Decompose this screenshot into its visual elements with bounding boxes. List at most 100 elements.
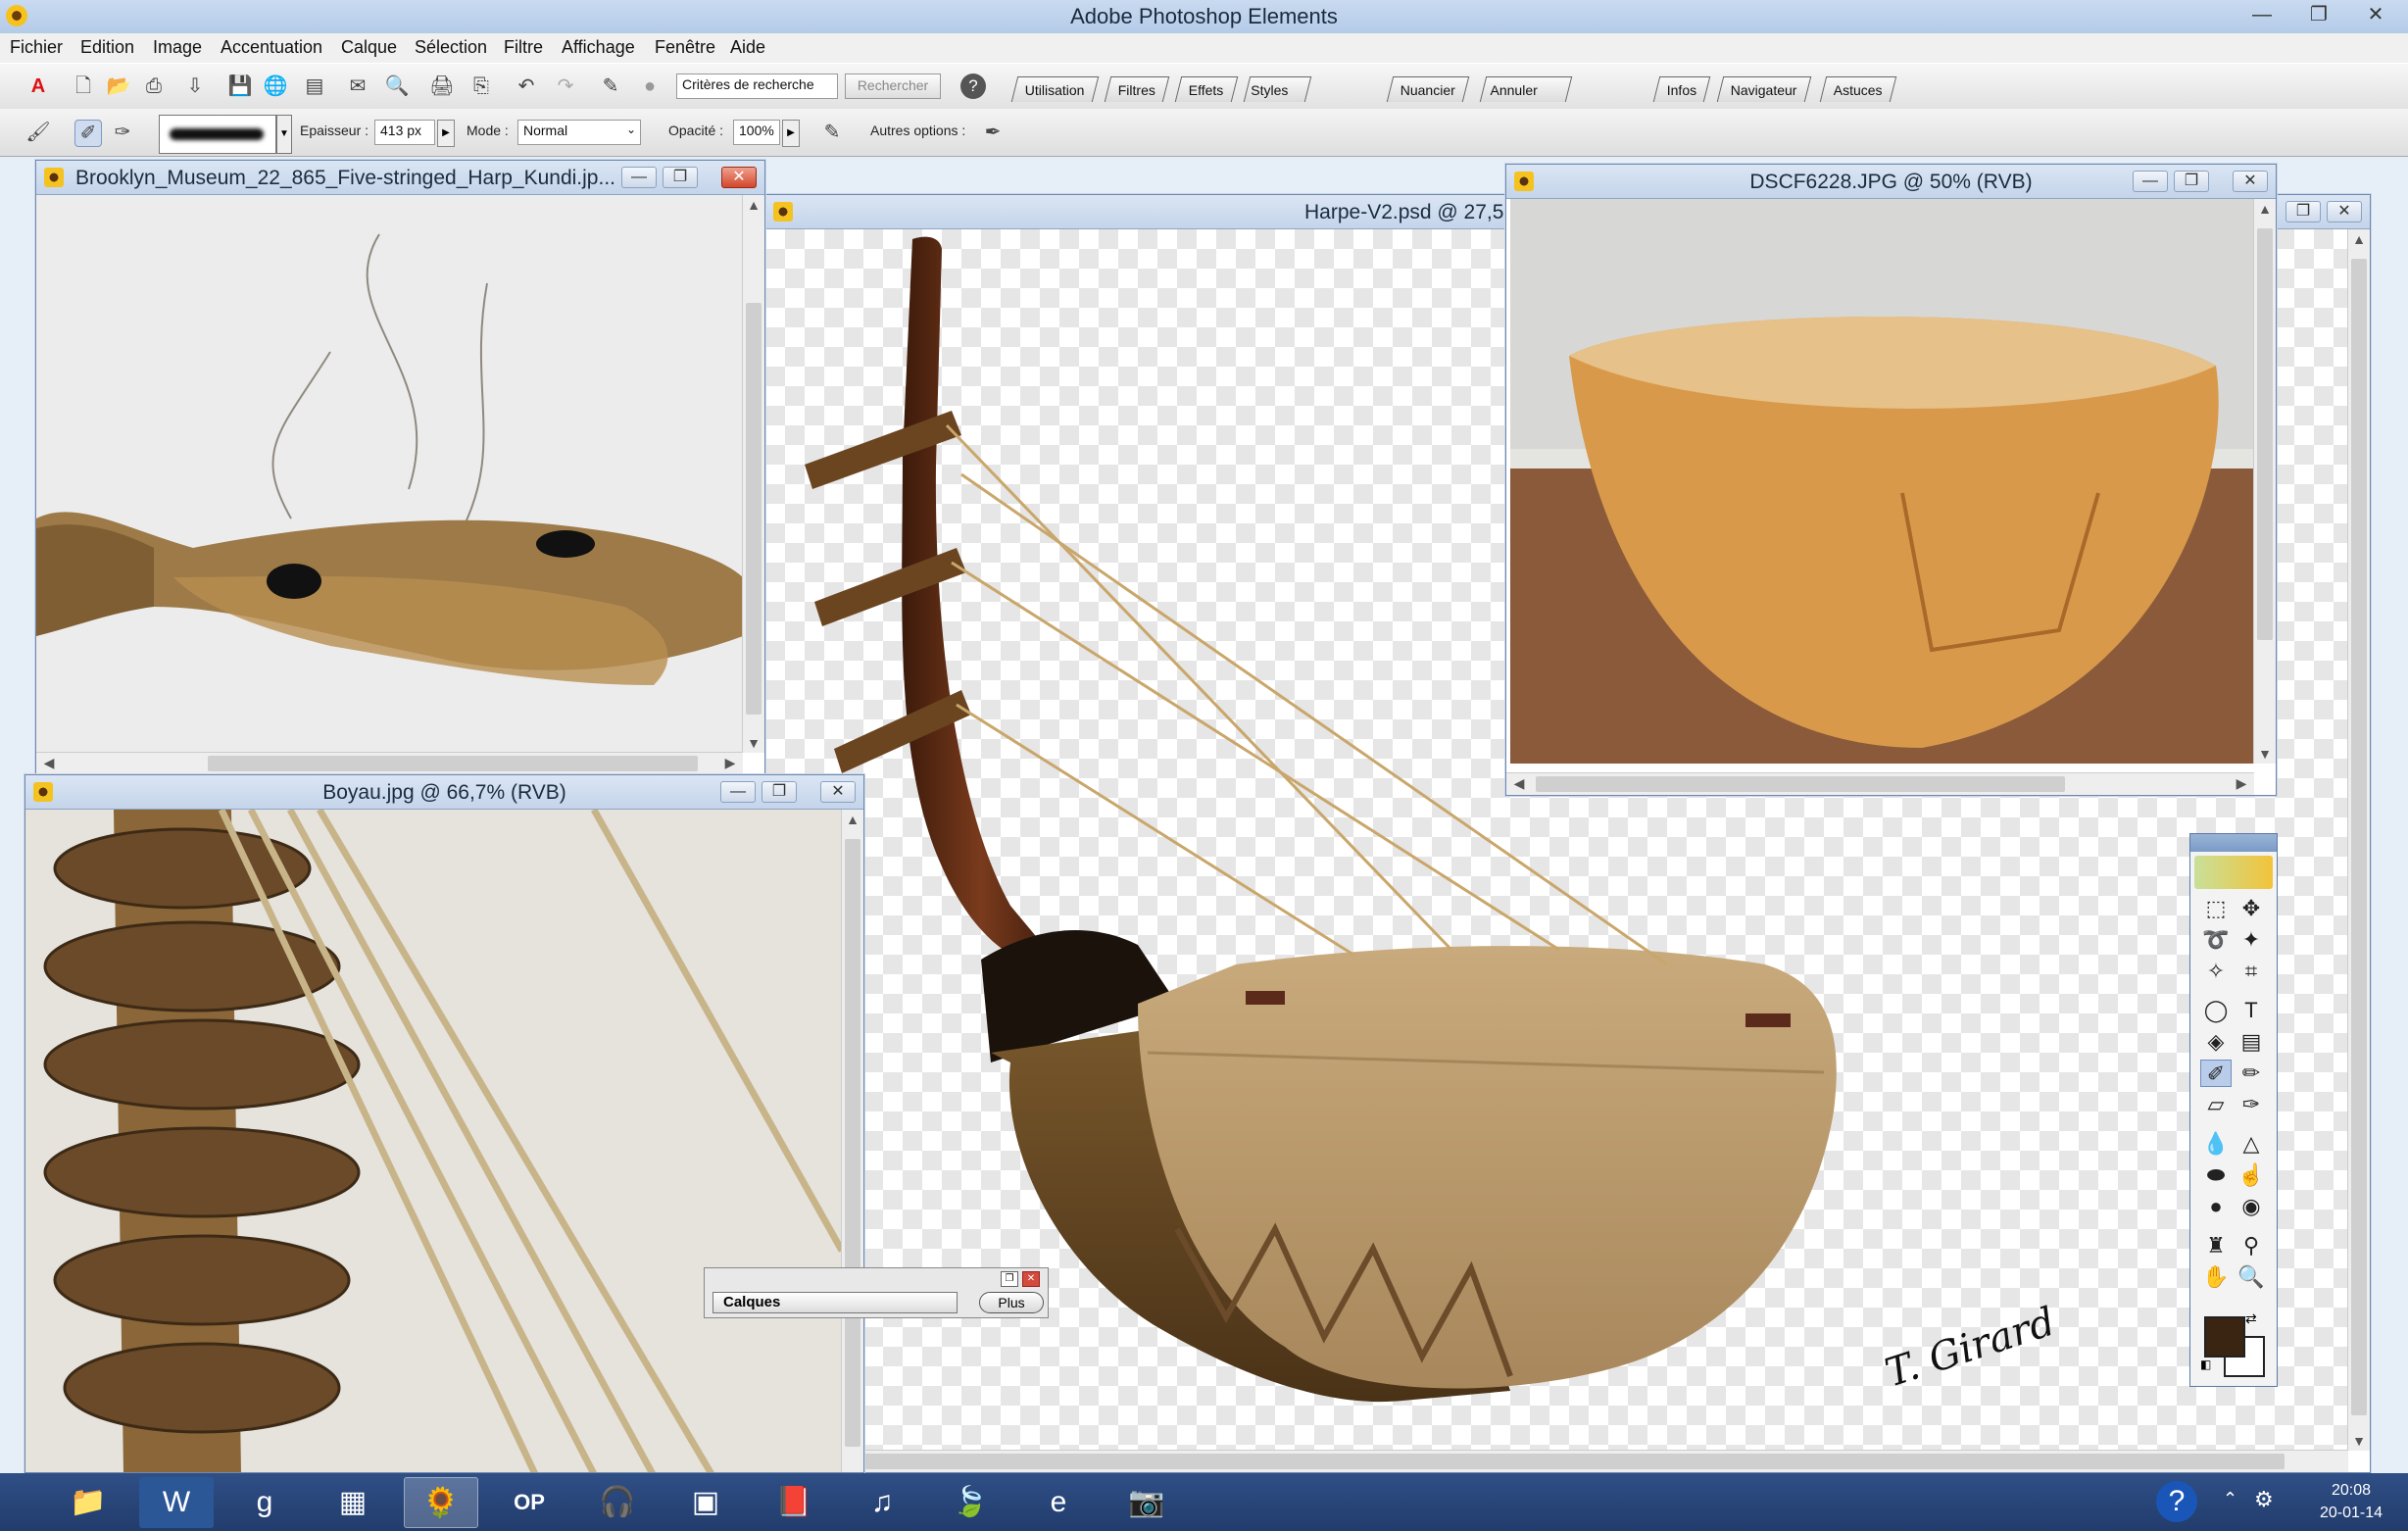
impressionist-icon[interactable]: ✑ bbox=[2236, 1091, 2267, 1118]
reader-icon[interactable]: 📕 bbox=[757, 1477, 831, 1528]
scroll-thumb[interactable] bbox=[1536, 776, 2065, 792]
close-icon[interactable]: ✕ bbox=[820, 781, 856, 803]
network-icon[interactable]: ⚙ bbox=[2254, 1487, 2274, 1512]
clone-stamp-icon[interactable]: ♜ bbox=[2200, 1232, 2232, 1259]
menu-accentuation[interactable]: Accentuation bbox=[221, 37, 322, 58]
swap-colors-icon[interactable]: ⇄ bbox=[2245, 1310, 2257, 1327]
scroll-left-icon[interactable]: ◀ bbox=[38, 755, 60, 771]
calques-palette[interactable]: ❐ ✕ Calques Plus bbox=[704, 1267, 1049, 1318]
restore-icon[interactable]: ❐ bbox=[663, 167, 698, 188]
menu-filtre[interactable]: Filtre bbox=[504, 37, 543, 58]
tab-annuler-historique[interactable]: Annuler l'historique bbox=[1479, 76, 1573, 123]
magic-wand-icon[interactable]: ✦ bbox=[2236, 926, 2267, 954]
doc-window-brooklyn[interactable]: Brooklyn_Museum_22_865_Five-stringed_Har… bbox=[35, 160, 765, 775]
close-icon[interactable]: ✕ bbox=[2327, 201, 2362, 222]
quick-fix-icon[interactable]: ✎ bbox=[598, 74, 623, 99]
print-icon[interactable]: 🖨 bbox=[429, 74, 455, 99]
scroll-down-icon[interactable]: ▼ bbox=[743, 735, 764, 751]
menu-image[interactable]: Image bbox=[153, 37, 202, 58]
tab-filtres[interactable]: Filtres bbox=[1104, 76, 1170, 102]
default-colors-icon[interactable]: ◧ bbox=[2200, 1358, 2211, 1371]
epaisseur-slider-icon[interactable]: ▶ bbox=[437, 120, 455, 147]
eyedropper-icon[interactable]: ⚲ bbox=[2236, 1232, 2267, 1259]
gradient-icon[interactable]: ▤ bbox=[2236, 1028, 2267, 1056]
horizontal-scrollbar[interactable]: ◀ ▶ bbox=[1506, 772, 2254, 795]
search-button[interactable]: Rechercher bbox=[845, 74, 941, 99]
vertical-scrollbar[interactable]: ▲ ▼ bbox=[2347, 229, 2370, 1451]
restore-icon[interactable]: ❐ bbox=[2299, 2, 2338, 27]
pencil-icon[interactable]: ✏ bbox=[2236, 1060, 2267, 1087]
restore-icon[interactable]: ❐ bbox=[1001, 1271, 1018, 1287]
mode-select[interactable]: Normal ⌄ bbox=[517, 120, 641, 145]
brush-options-icon[interactable]: ✒ bbox=[980, 120, 1006, 145]
menu-edition[interactable]: Edition bbox=[80, 37, 134, 58]
scroll-down-icon[interactable]: ▼ bbox=[2348, 1433, 2370, 1449]
scroll-left-icon[interactable]: ◀ bbox=[1508, 775, 1530, 792]
sponge-icon[interactable]: ⬬ bbox=[2200, 1161, 2232, 1189]
image-boyau[interactable] bbox=[25, 808, 846, 1472]
camera-icon[interactable]: 📷 bbox=[1109, 1477, 1184, 1528]
op-icon[interactable]: OP bbox=[492, 1477, 566, 1528]
scroll-up-icon[interactable]: ▲ bbox=[2254, 201, 2276, 217]
menu-calque[interactable]: Calque bbox=[341, 37, 397, 58]
close-icon[interactable]: ✕ bbox=[1022, 1271, 1040, 1287]
hand-icon[interactable]: ✋ bbox=[2200, 1263, 2232, 1291]
menu-fichier[interactable]: Fichier bbox=[10, 37, 63, 58]
word-icon[interactable]: W bbox=[139, 1477, 214, 1528]
restore-icon[interactable]: ❐ bbox=[2174, 171, 2209, 192]
brush-tool-icon[interactable]: ✐ bbox=[2200, 1060, 2232, 1087]
epaisseur-input[interactable]: 413 px bbox=[374, 120, 435, 145]
audio-icon[interactable]: 🎧 bbox=[580, 1477, 655, 1528]
horizontal-scrollbar[interactable]: ◀ ▶ bbox=[36, 752, 743, 774]
move-icon[interactable]: ✥ bbox=[2236, 895, 2267, 922]
scroll-thumb[interactable] bbox=[746, 303, 762, 715]
itunes-icon[interactable]: ♫ bbox=[845, 1477, 919, 1528]
help-icon[interactable]: ? bbox=[960, 74, 986, 99]
search-input[interactable]: Critères de recherche bbox=[676, 74, 838, 99]
scroll-right-icon[interactable]: ▶ bbox=[719, 755, 741, 771]
scroll-thumb[interactable] bbox=[845, 839, 860, 1447]
opacite-slider-icon[interactable]: ▶ bbox=[782, 120, 800, 147]
photo-icon[interactable]: ● bbox=[637, 74, 663, 99]
print-preview-icon[interactable]: ⎘ bbox=[468, 74, 494, 99]
calculator-icon[interactable]: ▦ bbox=[316, 1477, 390, 1528]
tab-infos[interactable]: Infos bbox=[1652, 76, 1711, 102]
ie-icon[interactable]: e bbox=[1021, 1477, 1096, 1528]
calques-tab[interactable]: Calques bbox=[713, 1292, 958, 1313]
close-icon[interactable]: ✕ bbox=[2356, 2, 2395, 27]
leaf-icon[interactable]: 🍃 bbox=[933, 1477, 1007, 1528]
clock[interactable]: 20:08 20-01-14 bbox=[2320, 1479, 2383, 1524]
tab-nuancier[interactable]: Nuancier bbox=[1386, 76, 1470, 102]
vertical-scrollbar[interactable]: ▲ ▼ bbox=[742, 195, 764, 753]
horizontal-scrollbar[interactable] bbox=[765, 1450, 2348, 1472]
smudge-icon[interactable]: ☝ bbox=[2236, 1161, 2267, 1189]
attach-icon[interactable]: ✉ bbox=[345, 74, 370, 99]
tab-effets[interactable]: Effets bbox=[1174, 76, 1238, 102]
plus-button[interactable]: Plus bbox=[979, 1292, 1044, 1313]
show-hidden-icons-icon[interactable]: ⌃ bbox=[2223, 1489, 2237, 1509]
menu-affichage[interactable]: Affichage bbox=[562, 37, 635, 58]
doc-window-boyau[interactable]: Boyau.jpg @ 66,7% (RVB) — ❐ ✕ ▲ bbox=[25, 774, 864, 1473]
close-icon[interactable]: ✕ bbox=[721, 167, 757, 188]
sharpen-icon[interactable]: △ bbox=[2236, 1130, 2267, 1158]
pdf-icon[interactable]: ▤ bbox=[302, 74, 327, 99]
tab-navigateur[interactable]: Navigateur bbox=[1716, 76, 1811, 102]
doc-window-dscf[interactable]: DSCF6228.JPG @ 50% (RVB) — ❐ ✕ ▲ ▼ ◀ ▶ bbox=[1505, 164, 2277, 796]
open-folder-icon[interactable]: 📂 bbox=[106, 74, 131, 99]
scroll-thumb[interactable] bbox=[2351, 259, 2367, 1415]
image-dscf[interactable] bbox=[1510, 199, 2254, 764]
minimize-icon[interactable]: — bbox=[621, 167, 657, 188]
help-icon[interactable]: ? bbox=[2156, 1481, 2197, 1522]
brush-preset-picker[interactable] bbox=[159, 115, 276, 154]
close-icon[interactable]: ✕ bbox=[2233, 171, 2268, 192]
blur-icon[interactable]: 💧 bbox=[2200, 1130, 2232, 1158]
scroll-right-icon[interactable]: ▶ bbox=[2231, 775, 2252, 792]
scroll-thumb[interactable] bbox=[208, 756, 698, 771]
tab-styles-de-calque[interactable]: Styles de calque bbox=[1243, 76, 1312, 149]
vertical-scrollbar[interactable]: ▲ bbox=[841, 810, 863, 1472]
brush-dropdown-icon[interactable]: ▼ bbox=[276, 115, 292, 154]
scroll-down-icon[interactable]: ▼ bbox=[2254, 746, 2276, 762]
menu-fenetre[interactable]: Fenêtre bbox=[655, 37, 715, 58]
scroll-up-icon[interactable]: ▲ bbox=[2348, 231, 2370, 247]
scroll-thumb[interactable] bbox=[785, 1454, 2285, 1469]
